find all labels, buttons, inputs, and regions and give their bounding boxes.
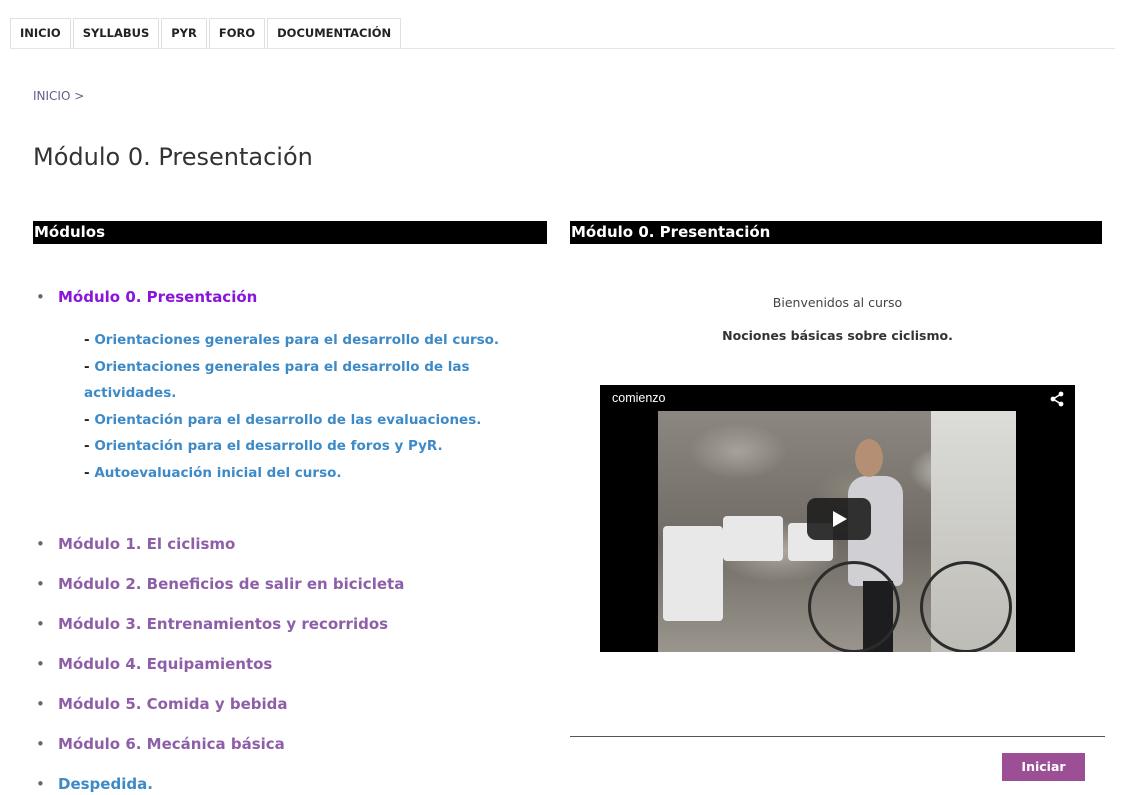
module-item[interactable]: • Módulo 2. Beneficios de salir en bicic… — [36, 573, 556, 595]
sublink-item[interactable]: - Autoevaluación inicial del curso. — [84, 460, 534, 487]
bullet-icon: • — [36, 775, 45, 793]
modules-list: • Módulo 0. Presentación - Orientaciones… — [36, 286, 556, 795]
module-label: Módulo 0. Presentación — [58, 288, 258, 306]
module-label: Módulo 4. Equipamientos — [58, 655, 273, 673]
dash: - — [84, 464, 95, 481]
module-label: Módulo 6. Mecánica básica — [58, 735, 285, 753]
tab-inicio[interactable]: INICIO — [10, 18, 71, 48]
video-player[interactable]: comienzo — [600, 385, 1075, 652]
presentation-header: Módulo 0. Presentación — [570, 221, 1102, 244]
bullet-icon: • — [36, 288, 45, 306]
sublink-label: Orientación para el desarrollo de foros … — [94, 438, 443, 454]
share-icon[interactable] — [1049, 391, 1065, 407]
modules-header: Módulos — [33, 221, 547, 244]
divider — [570, 736, 1105, 737]
top-navigation: INICIO SYLLABUS PYR FORO DOCUMENTACIÓN — [10, 18, 1115, 49]
sublink-label: Orientaciones generales para el desarrol… — [84, 358, 470, 402]
tab-syllabus[interactable]: SYLLABUS — [72, 18, 160, 48]
breadcrumb[interactable]: INICIO > — [33, 89, 84, 103]
bullet-icon: • — [36, 695, 45, 713]
scene-rider-head — [855, 439, 883, 477]
sublink-item[interactable]: - Orientaciones generales para el desarr… — [84, 327, 534, 354]
tab-pyr[interactable]: PYR — [161, 18, 207, 48]
module-sublist: - Orientaciones generales para el desarr… — [84, 327, 534, 486]
module-item[interactable]: • Módulo 6. Mecánica básica — [36, 733, 556, 755]
dash: - — [84, 438, 95, 454]
scene-bike-wheel — [808, 561, 900, 652]
bullet-icon: • — [36, 655, 45, 673]
sublink-label: Autoevaluación inicial del curso. — [94, 464, 342, 481]
course-subtitle: Nociones básicas sobre ciclismo. — [722, 328, 953, 343]
dash: - — [84, 411, 95, 428]
start-button[interactable]: Iniciar — [1002, 753, 1085, 781]
tab-documentacion[interactable]: DOCUMENTACIÓN — [267, 18, 402, 48]
scene-chair — [723, 516, 783, 561]
play-icon[interactable] — [807, 498, 871, 540]
welcome-text: Bienvenidos al curso — [772, 295, 903, 310]
dash: - — [84, 358, 95, 375]
sublink-item[interactable]: - Orientaciones generales para el desarr… — [84, 354, 534, 407]
sublink-item[interactable]: - Orientación para el desarrollo de foro… — [84, 433, 534, 460]
page-title: Módulo 0. Presentación — [33, 143, 313, 171]
module-label: Módulo 1. El ciclismo — [58, 535, 236, 553]
sublink-label: Orientación para el desarrollo de las ev… — [94, 411, 482, 428]
module-label: Módulo 2. Beneficios de salir en bicicle… — [58, 575, 405, 593]
farewell-item[interactable]: • Despedida. — [36, 773, 556, 795]
module-label: Módulo 5. Comida y bebida — [58, 695, 288, 713]
sublink-item[interactable]: - Orientación para el desarrollo de las … — [84, 407, 534, 434]
sublink-label: Orientaciones generales para el desarrol… — [94, 332, 500, 348]
module-item[interactable]: • Módulo 1. El ciclismo — [36, 533, 556, 555]
module-item[interactable]: • Módulo 5. Comida y bebida — [36, 693, 556, 715]
scene-bike-wheel — [920, 561, 1012, 652]
scene-chair — [663, 526, 723, 621]
bullet-icon: • — [36, 735, 45, 753]
bullet-icon: • — [36, 575, 45, 593]
module-label: Módulo 3. Entrenamientos y recorridos — [58, 615, 389, 633]
farewell-label: Despedida. — [58, 775, 153, 793]
bullet-icon: • — [36, 535, 45, 553]
module-item[interactable]: • Módulo 4. Equipamientos — [36, 653, 556, 675]
video-title[interactable]: comienzo — [612, 391, 666, 405]
tab-foro[interactable]: FORO — [208, 18, 266, 48]
module-item-active[interactable]: • Módulo 0. Presentación — [36, 286, 556, 308]
bullet-icon: • — [36, 615, 45, 633]
dash: - — [84, 332, 95, 348]
module-item[interactable]: • Módulo 3. Entrenamientos y recorridos — [36, 613, 556, 635]
